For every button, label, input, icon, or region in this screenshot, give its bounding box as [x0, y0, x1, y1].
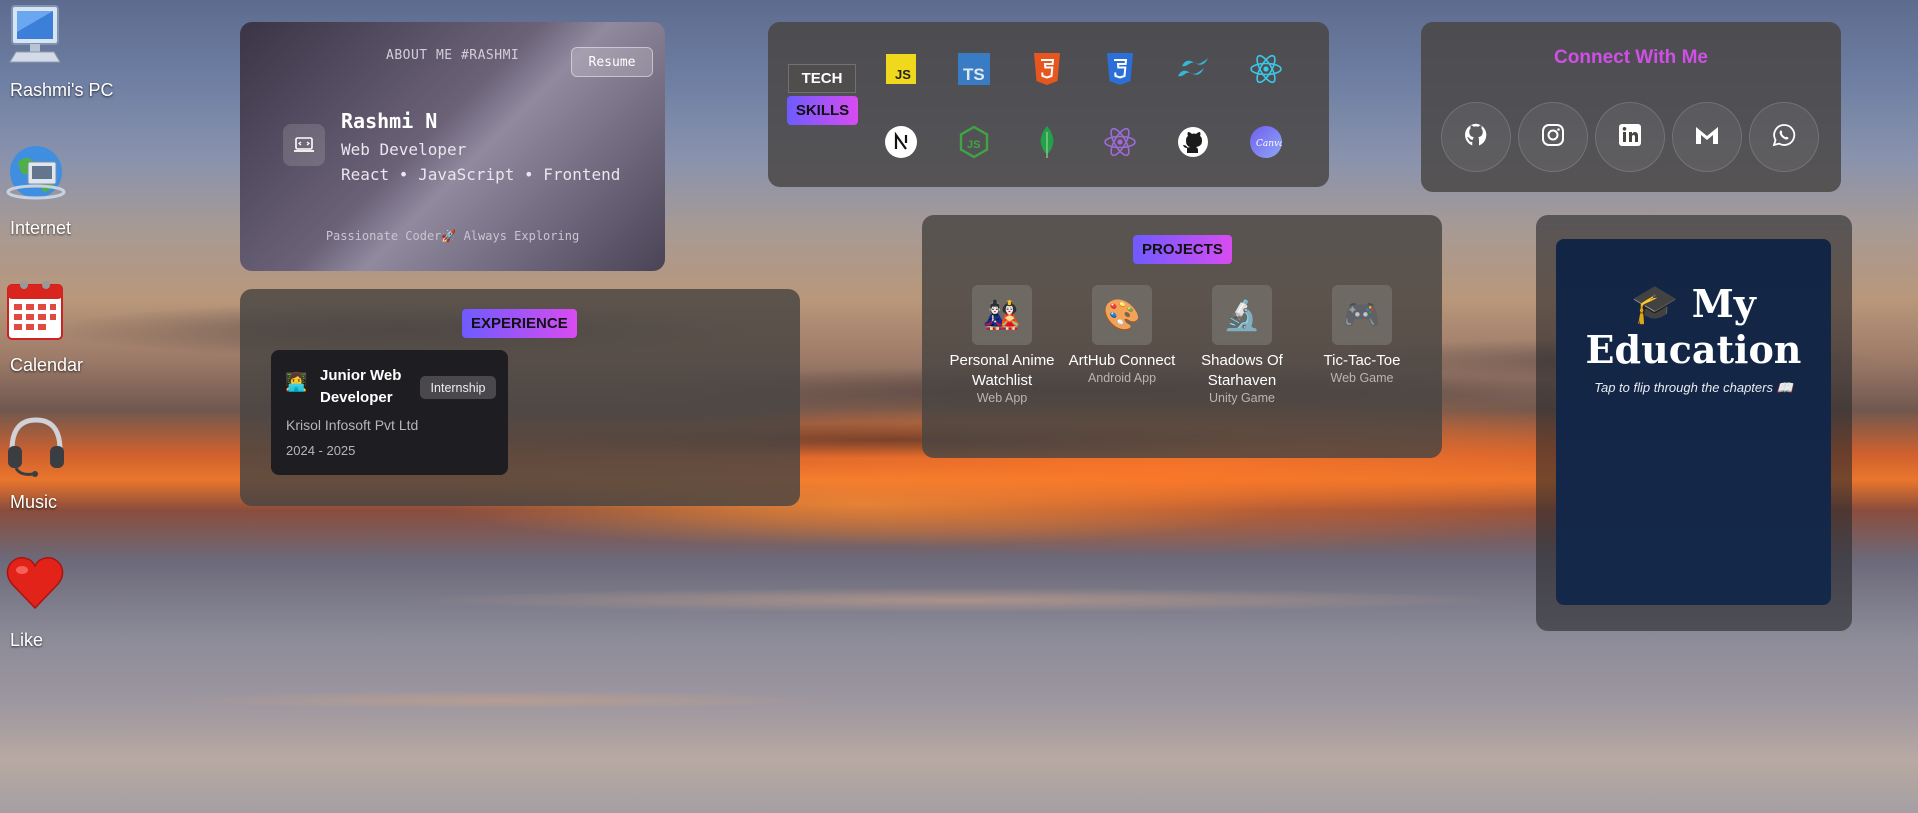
project-card[interactable]: 🎎 Personal Anime Watchlist Web App	[947, 285, 1057, 405]
project-name: Tic-Tac-Toe	[1323, 352, 1401, 369]
education-panel: 🎓 My Education Tap to flip through the c…	[1536, 215, 1852, 631]
desktop-icon-calendar[interactable]: Calendar	[0, 277, 130, 385]
desktop-icon-label: Calendar	[10, 355, 84, 375]
profile-role: Web Developer	[341, 140, 467, 159]
connect-panel: Connect With Me	[1421, 22, 1841, 192]
instagram-link[interactable]	[1518, 102, 1588, 172]
experience-panel: EXPERIENCE 👩‍💻 Junior Web Developer Inte…	[240, 289, 800, 506]
linkedin-link[interactable]	[1595, 102, 1665, 172]
nodejs-icon[interactable]: JS	[957, 125, 991, 159]
job-title: Junior Web Developer	[320, 367, 402, 406]
react-native-icon[interactable]	[1103, 125, 1137, 159]
developer-icon: 👩‍💻	[285, 372, 308, 392]
job-company: Krisol Infosoft Pvt Ltd	[286, 417, 419, 433]
project-type: Android App	[1087, 371, 1157, 385]
javascript-icon[interactable]: JS	[884, 52, 918, 86]
html5-icon[interactable]	[1030, 52, 1064, 86]
globe-icon	[4, 140, 66, 204]
nextjs-icon[interactable]	[884, 125, 918, 159]
desktop-icon-label: Like	[10, 630, 44, 650]
desktop-icon-label: Internet	[10, 218, 72, 238]
github-icon	[1464, 123, 1488, 152]
profile-name: Rashmi N	[341, 109, 438, 133]
project-type: Web Game	[1330, 371, 1394, 385]
desktop-icon-label: Music	[10, 492, 58, 512]
whatsapp-link[interactable]	[1749, 102, 1819, 172]
headphones-icon	[4, 414, 66, 478]
github-icon[interactable]	[1176, 125, 1210, 159]
instagram-icon	[1541, 123, 1565, 152]
job-type-badge: Internship	[420, 376, 496, 399]
svg-text:Canva: Canva	[1256, 139, 1282, 149]
projects-panel: PROJECTS 🎎 Personal Anime Watchlist Web …	[922, 215, 1442, 458]
svg-text:TS: TS	[963, 65, 985, 84]
calendar-icon	[4, 277, 66, 341]
linkedin-icon	[1618, 123, 1642, 152]
desktop-icon-internet[interactable]: Internet	[0, 140, 130, 248]
project-type: Web App	[976, 391, 1028, 405]
projects-heading: PROJECTS	[1133, 235, 1232, 264]
gmail-link[interactable]	[1672, 102, 1742, 172]
heart-icon	[4, 552, 66, 616]
education-subtitle: Tap to flip through the chapters 📖	[1594, 380, 1793, 395]
profile-stack: React • JavaScript • Frontend	[341, 165, 621, 184]
anime-watchlist-thumb-icon: 🎎	[972, 285, 1032, 345]
project-card[interactable]: 🎨 ArtHub Connect Android App	[1067, 285, 1177, 385]
react-icon[interactable]	[1249, 52, 1283, 86]
project-card[interactable]: 🎮 Tic-Tac-Toe Web Game	[1307, 285, 1417, 385]
tic-tac-toe-thumb-icon: 🎮	[1332, 285, 1392, 345]
project-card[interactable]: 🔬 Shadows Of Starhaven Unity Game	[1187, 285, 1297, 405]
project-name: ArtHub Connect	[1068, 352, 1176, 369]
experience-heading: EXPERIENCE	[462, 309, 577, 338]
tailwind-icon[interactable]	[1176, 52, 1210, 86]
svg-text:JS: JS	[895, 67, 911, 82]
project-name: Personal Anime Watchlist	[949, 352, 1055, 389]
mongodb-icon[interactable]	[1030, 125, 1064, 159]
starhaven-thumb-icon: 🔬	[1212, 285, 1272, 345]
typescript-icon[interactable]: TS	[957, 52, 991, 86]
desktop-icon-label: Rashmi's PC	[10, 80, 114, 100]
tech-label: TECH	[788, 64, 856, 93]
project-type: Unity Game	[1209, 391, 1275, 405]
education-title: 🎓 My Education	[1585, 281, 1802, 372]
skills-label: SKILLS	[787, 96, 858, 125]
arthub-thumb-icon: 🎨	[1092, 285, 1152, 345]
laptop-icon	[283, 124, 325, 166]
github-link[interactable]	[1441, 102, 1511, 172]
svg-text:JS: JS	[967, 139, 980, 151]
about-panel: ABOUT ME #RASHMI Resume Rashmi N Web Dev…	[240, 22, 665, 271]
experience-card[interactable]: 👩‍💻 Junior Web Developer Internship Kris…	[271, 350, 508, 475]
tech-skills-panel: TECH SKILLS JS TS JS Canva	[768, 22, 1329, 187]
css3-icon[interactable]	[1103, 52, 1137, 86]
resume-button[interactable]: Resume	[571, 47, 653, 77]
education-flip-card[interactable]: 🎓 My Education Tap to flip through the c…	[1556, 239, 1831, 605]
project-name: Shadows Of Starhaven	[1201, 352, 1283, 389]
desktop-icon-music[interactable]: Music	[0, 414, 130, 522]
computer-icon	[4, 2, 66, 66]
profile-tagline: Passionate Coder🚀 Always Exploring	[325, 229, 580, 243]
connect-heading: Connect With Me	[1554, 47, 1708, 68]
gmail-icon	[1694, 124, 1720, 151]
canva-icon[interactable]: Canva	[1249, 125, 1283, 159]
about-kicker: ABOUT ME #RASHMI	[386, 48, 520, 63]
whatsapp-icon	[1772, 123, 1796, 152]
job-dates: 2024 - 2025	[286, 443, 356, 458]
desktop-icon-like[interactable]: Like	[0, 552, 130, 660]
desktop-icon-my-pc[interactable]: Rashmi's PC	[0, 2, 130, 110]
